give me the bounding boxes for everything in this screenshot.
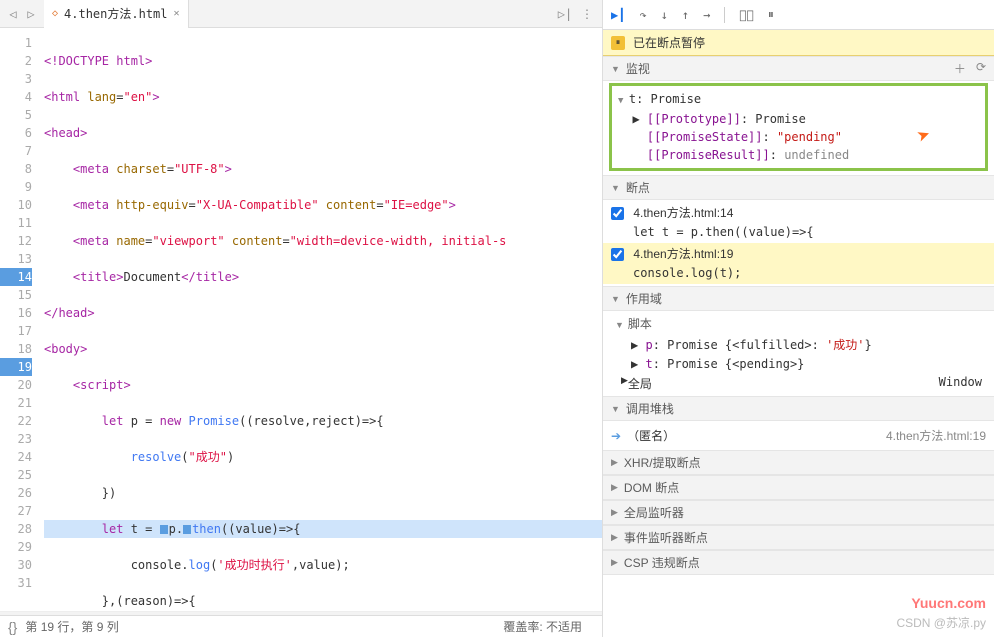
- scope-header[interactable]: ▼ 作用域: [603, 286, 994, 311]
- dom-breakpoints-header[interactable]: ▶DOM 断点: [603, 475, 994, 500]
- status-bar: {} 第 19 行，第 9 列 覆盖率: 不适用: [0, 615, 602, 637]
- paused-banner: ⏸ 已在断点暂停: [603, 30, 994, 56]
- code-editor[interactable]: 12345678910111213 14 15161718 19 2021222…: [0, 28, 602, 611]
- chevron-down-icon: ▼: [611, 294, 620, 304]
- callstack-frame[interactable]: ➔ （匿名） 4.then方法.html:19: [603, 425, 994, 446]
- format-icon[interactable]: {}: [8, 619, 17, 635]
- watch-highlight-box: ▼ t: Promise ▶ [[Prototype]]: Promise [[…: [609, 83, 988, 171]
- debugger-pane: ▶┃ ↷ ↓ ↑ → ⁍⃠ ⏸ ⏸ 已在断点暂停 ▼ 监视 ＋ ⟳ ▼ t: P…: [603, 0, 994, 637]
- cursor-position: 第 19 行，第 9 列: [25, 618, 118, 635]
- breakpoints-header[interactable]: ▼ 断点: [603, 175, 994, 200]
- chevron-down-icon: ▼: [611, 404, 620, 414]
- breakpoint-item[interactable]: 4.then方法.html:19: [603, 243, 994, 264]
- step-icon[interactable]: →: [703, 8, 710, 22]
- code-line-14: let t = p.then((value)=>{: [44, 520, 602, 538]
- chevron-down-icon: ▼: [611, 64, 620, 74]
- close-icon[interactable]: ✕: [174, 8, 180, 19]
- debug-toolbar: ▶┃ ↷ ↓ ↑ → ⁍⃠ ⏸: [603, 0, 994, 30]
- chevron-right-icon: ▶: [611, 457, 618, 468]
- code-content: <!DOCTYPE html> <html lang="en"> <head> …: [44, 28, 602, 611]
- breakpoint-item[interactable]: 4.then方法.html:14: [603, 202, 994, 223]
- watch-item: ▼ t: Promise: [618, 90, 979, 110]
- breakpoint-checkbox[interactable]: [611, 207, 624, 220]
- callstack-header[interactable]: ▼ 调用堆栈: [603, 396, 994, 421]
- more-icon[interactable]: ⋮: [578, 5, 596, 23]
- breakpoint-checkbox[interactable]: [611, 248, 624, 261]
- paused-label: 已在断点暂停: [633, 34, 705, 51]
- scope-variable[interactable]: ▶ p: Promise {<fulfilled>: '成功'}: [603, 334, 994, 355]
- file-tab[interactable]: 4.then方法.html ✕: [44, 0, 189, 28]
- editor-pane: ◁ ▷ 4.then方法.html ✕ ▷| ⋮ 123456789101112…: [0, 0, 603, 637]
- event-listener-breakpoints-header[interactable]: ▶事件监听器断点: [603, 525, 994, 550]
- step-over-icon[interactable]: ↷: [639, 8, 646, 22]
- breakpoint-code: let t = p.then((value)=>{: [603, 223, 994, 243]
- warning-icon: ⏸: [611, 36, 625, 50]
- watermark: Yuucn.com: [911, 595, 986, 611]
- step-into-icon[interactable]: ↓: [661, 8, 668, 22]
- deactivate-breakpoints-icon[interactable]: ⁍⃠: [739, 8, 753, 22]
- xhr-breakpoints-header[interactable]: ▶XHR/提取断点: [603, 450, 994, 475]
- chevron-right-icon: ▶: [611, 532, 618, 543]
- global-listeners-header[interactable]: ▶全局监听器: [603, 500, 994, 525]
- chevron-right-icon: ▶: [611, 507, 618, 518]
- csp-violation-breakpoints-header[interactable]: ▶CSP 违规断点: [603, 550, 994, 575]
- chevron-right-icon: ▶: [611, 557, 618, 568]
- debug-marker-icon: [183, 525, 191, 534]
- chevron-down-icon: ▼: [611, 183, 620, 193]
- breakpoints-list: 4.then方法.html:14 let t = p.then((value)=…: [603, 200, 994, 286]
- scope-script[interactable]: ▼脚本: [603, 313, 994, 334]
- tab-bar: ◁ ▷ 4.then方法.html ✕ ▷| ⋮: [0, 0, 602, 28]
- step-out-icon[interactable]: ↑: [682, 8, 689, 22]
- breakpoint-gutter-19: 19: [0, 358, 32, 376]
- tab-prev-icon[interactable]: ◁: [4, 5, 22, 23]
- line-gutter: 12345678910111213 14 15161718 19 2021222…: [0, 28, 44, 611]
- scope-body: ▼脚本 ▶ p: Promise {<fulfilled>: '成功'} ▶ t…: [603, 311, 994, 396]
- pause-on-exceptions-icon[interactable]: ⏸: [768, 7, 774, 22]
- tab-next-icon[interactable]: ▷: [22, 5, 40, 23]
- current-frame-icon: ➔: [611, 429, 621, 443]
- watch-header[interactable]: ▼ 监视 ＋ ⟳: [603, 56, 994, 81]
- csdn-attribution: CSDN @苏凉.py: [896, 614, 986, 631]
- breakpoint-gutter-14: 14: [0, 268, 32, 286]
- run-snippet-icon[interactable]: ▷|: [556, 5, 574, 23]
- breakpoint-code: console.log(t);: [603, 264, 994, 284]
- scope-variable[interactable]: ▶ t: Promise {<pending>}: [603, 355, 994, 373]
- callstack-body: ➔ （匿名） 4.then方法.html:19: [603, 421, 994, 450]
- refresh-icon[interactable]: ⟳: [976, 60, 986, 77]
- debug-marker-icon: [160, 525, 168, 534]
- scope-global[interactable]: ▶ 全局Window: [603, 373, 994, 394]
- tab-filename: 4.then方法.html: [64, 5, 167, 22]
- chevron-right-icon: ▶: [611, 482, 618, 493]
- coverage-label: 覆盖率: 不适用: [503, 618, 582, 635]
- resume-icon[interactable]: ▶┃: [611, 8, 625, 22]
- add-watch-icon[interactable]: ＋: [954, 60, 966, 77]
